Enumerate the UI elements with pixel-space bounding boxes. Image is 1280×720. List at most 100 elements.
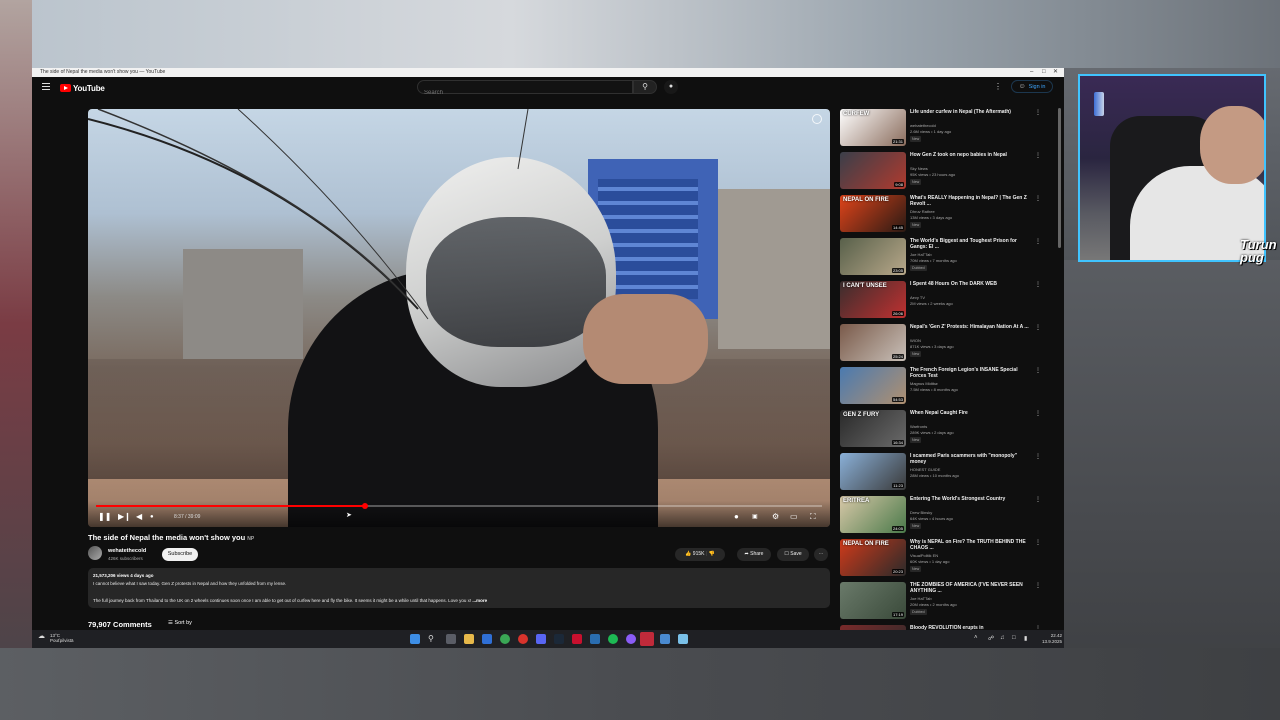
more-options-icon[interactable]: ⋮ [1035,324,1041,331]
app-icon-cyan[interactable] [678,634,688,644]
video-player[interactable]: ❚❚ ▶❙ ◀ ● 8:37 / 39:09 ➤ ● ▣ ⚙ ▭ ⛶ [88,109,830,527]
show-more-link[interactable]: ...more [472,598,487,603]
video-title-link[interactable]: The French Foreign Legion's INSANE Speci… [910,367,1030,379]
channel-name[interactable]: Aevy TV [910,295,925,300]
thumbs-up-icon[interactable]: 👍 [685,551,691,557]
more-options-icon[interactable]: ⋮ [1035,152,1041,159]
search-taskbar-icon[interactable]: ⚲ [428,634,438,644]
sort-comments-button[interactable]: ☰ Sort by [168,620,192,626]
page-scrollbar[interactable] [1058,108,1061,248]
obs-icon[interactable] [518,634,528,644]
more-options-icon[interactable]: ⋮ [1035,195,1041,202]
video-title-link[interactable]: I scammed Paris scammers with "monopoly"… [910,453,1030,465]
recommended-video-item[interactable]: 17:19 THE ZOMBIES OF AMERICA (I'VE NEVER … [840,582,1048,622]
channel-name[interactable]: Magnus Midtbø [910,381,938,386]
more-actions-icon[interactable]: ⋯ [814,548,828,561]
recommended-video-item[interactable]: CURFEW 21:31 Life under curfew in Nepal (T… [840,109,1048,149]
store-icon[interactable] [482,634,492,644]
video-thumbnail[interactable]: NEPAL ON FIRE 14:45 [840,195,906,232]
volume-icon[interactable]: ◀ [136,513,142,521]
app-icon-blue[interactable] [590,634,600,644]
channel-name[interactable]: wehatethecold [910,123,936,128]
subscribe-button[interactable]: Subscribe [162,548,198,561]
save-button[interactable]: ☐ Save [777,548,809,561]
recommended-video-item[interactable]: 54:53 The French Foreign Legion's INSANE … [840,367,1048,407]
channel-name[interactable]: VisualPolitik EN [910,553,938,558]
microphone-icon[interactable]: ● [664,80,678,94]
video-thumbnail[interactable]: 17:19 [840,582,906,619]
tray-chevron-icon[interactable]: ˄ [974,635,978,641]
progress-scrubber[interactable] [362,503,368,509]
video-title-link[interactable]: Why is NEPAL on Fire? The TRUTH BEHIND T… [910,539,1030,551]
recommended-video-item[interactable]: NEPAL ON FIRE 14:45 What's REALLY Happenin… [840,195,1048,235]
recommended-video-item[interactable]: I CAN'T UNSEE 26:06 I Spent 48 Hours On Th… [840,281,1048,321]
share-button[interactable]: ➦ Share [737,548,771,561]
search-box[interactable] [417,80,633,96]
video-title-link[interactable]: The World's Biggest and Toughest Prison … [910,238,1030,250]
video-title-link[interactable]: How Gen Z took on nepo babies in Nepal [910,152,1030,158]
theater-mode-icon[interactable]: ▭ [790,513,798,521]
active-app-icon[interactable] [640,632,654,646]
more-options-icon[interactable]: ⋮ [1035,496,1041,503]
channel-name[interactable]: HONEST GUIDE [910,467,940,472]
video-title-link[interactable]: What's REALLY Happening in Nepal? | The … [910,195,1030,207]
task-view-icon[interactable] [446,634,456,644]
video-thumbnail[interactable]: I CAN'T UNSEE 26:06 [840,281,906,318]
more-options-icon[interactable]: ⋮ [1035,238,1041,245]
video-title-link[interactable]: Life under curfew in Nepal (The Aftermat… [910,109,1030,115]
channel-name[interactable]: Joe HaTTab [910,252,932,257]
file-explorer-icon[interactable] [464,634,474,644]
hamburger-menu-icon[interactable] [42,82,50,90]
description-box[interactable]: 21,573,206 views 4 days ago I cannot bel… [88,568,830,608]
more-options-icon[interactable]: ⋮ [1035,410,1041,417]
settings-more-icon[interactable]: ⋮ [994,82,1002,91]
app-icon-purple[interactable] [626,634,636,644]
notification-icon[interactable]: □ [1012,635,1016,641]
video-thumbnail[interactable]: 25:24 [840,324,906,361]
chrome-icon[interactable] [500,634,510,644]
info-icon[interactable] [812,114,822,124]
battery-icon[interactable]: ▮ [1024,635,1027,642]
sound-icon[interactable]: ♫ [1000,635,1005,641]
recommended-video-item[interactable]: 23:05 The World's Biggest and Toughest Pr… [840,238,1048,278]
video-thumbnail[interactable]: ERITREA 24:05 [840,496,906,533]
video-thumbnail[interactable]: CURFEW 21:31 [840,109,906,146]
app-icon-light-blue[interactable] [660,634,670,644]
recommended-video-item[interactable]: ERITREA 24:05 Entering The World's Stronge… [840,496,1048,536]
maximize-button[interactable]: □ [1042,68,1046,76]
channel-name[interactable]: Drew Binsky [910,510,932,515]
recommended-video-item[interactable]: 25:24 Nepal's 'Gen Z' Protests: Himalayan… [840,324,1048,364]
sign-in-button[interactable]: ☺ Sign in [1011,80,1053,93]
recommended-video-item[interactable]: GEN Z FURY 16:34 When Nepal Caught Fire War… [840,410,1048,450]
thumbs-down-icon[interactable]: 👎 [709,551,715,557]
more-options-icon[interactable]: ⋮ [1035,367,1041,374]
search-icon[interactable]: ⚲ [633,80,657,94]
channel-name[interactable]: wehatethecold [108,548,146,554]
channel-avatar[interactable] [88,546,102,560]
video-thumbnail[interactable]: GEN Z FURY 16:34 [840,410,906,447]
recommended-video-item[interactable]: NEPAL ON FIRE 20:23 Why is NEPAL on Fire? … [840,539,1048,579]
more-options-icon[interactable]: ⋮ [1035,453,1041,460]
channel-name[interactable]: Sky News [910,166,928,171]
video-title-link[interactable]: I Spent 48 Hours On The DARK WEB [910,281,1030,287]
settings-gear-icon[interactable]: ⚙ [772,513,779,521]
app-icon-red[interactable] [572,634,582,644]
discord-icon[interactable] [536,634,546,644]
recommended-video-item[interactable]: 11:23 I scammed Paris scammers with "mono… [840,453,1048,493]
like-dislike-button[interactable]: 👍 915K | 👎 [675,548,725,561]
progress-bar[interactable] [96,503,822,509]
next-icon[interactable]: ▶❙ [118,513,131,521]
search-input[interactable] [424,90,624,96]
fullscreen-icon[interactable]: ⛶ [810,513,816,521]
video-thumbnail[interactable]: 23:05 [840,238,906,275]
minimize-button[interactable]: – [1030,68,1033,76]
video-thumbnail[interactable]: 54:53 [840,367,906,404]
subtitles-icon[interactable]: ▣ [752,513,758,521]
more-options-icon[interactable]: ⋮ [1035,109,1041,116]
video-title-link[interactable]: When Nepal Caught Fire [910,410,1030,416]
youtube-logo[interactable]: YouTube [60,82,105,94]
volume-slider[interactable]: ● [150,513,154,521]
video-thumbnail[interactable]: NEPAL ON FIRE 20:23 [840,539,906,576]
close-button[interactable]: ✕ [1053,68,1058,76]
channel-name[interactable]: Warfronts [910,424,927,429]
